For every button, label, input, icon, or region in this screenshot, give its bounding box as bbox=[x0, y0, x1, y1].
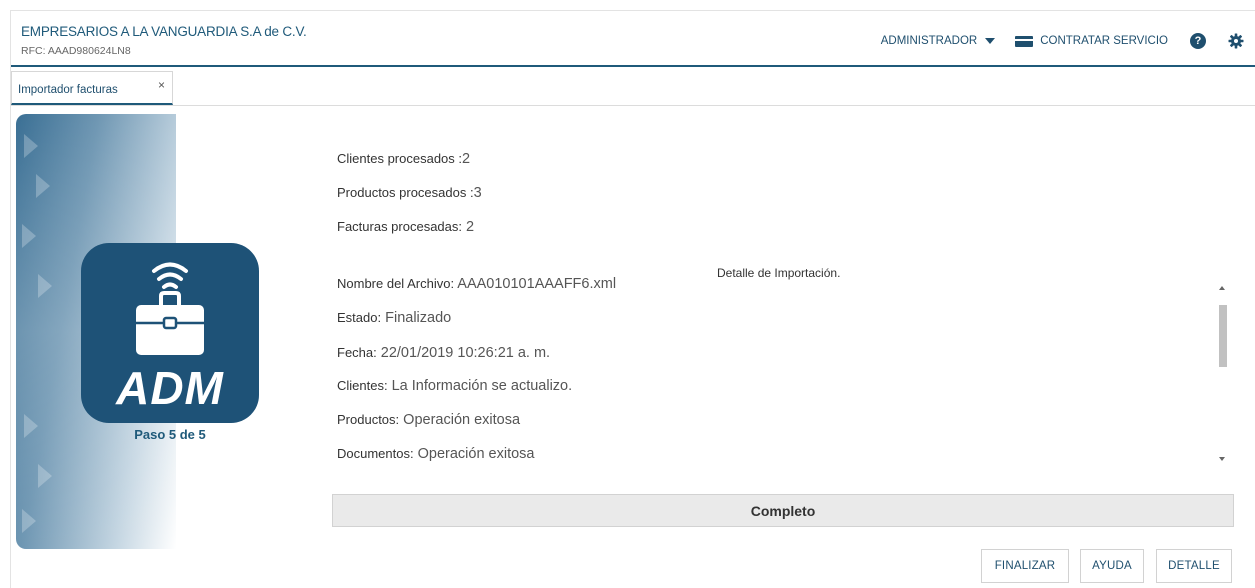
scroll-thumb[interactable] bbox=[1219, 305, 1227, 367]
caret-down-icon bbox=[985, 38, 996, 44]
credit-card-icon bbox=[1015, 35, 1034, 47]
adm-logo: ADM bbox=[81, 243, 259, 423]
summary-facturas: Facturas procesadas: 2 bbox=[337, 219, 475, 235]
help-button[interactable]: AYUDA bbox=[1080, 549, 1144, 583]
app-window: EMPRESARIOS A LA VANGUARDIA S.A de C.V. … bbox=[10, 10, 1255, 588]
detail-title: Detalle de Importación. bbox=[717, 266, 841, 280]
progress-label: Completo bbox=[750, 502, 816, 519]
contract-service-link[interactable]: CONTRATAR SERVICIO bbox=[1015, 35, 1168, 47]
detail-row-documents: Documentos: Operación exitosa bbox=[337, 446, 535, 462]
detail-row-date: Fecha: 22/01/2019 10:26:21 a. m. bbox=[337, 345, 551, 361]
header-actions: ADMINISTRADOR CONTRATAR SERVICIO ? bbox=[881, 33, 1244, 49]
scroll-up-icon[interactable] bbox=[1219, 286, 1225, 290]
app-header: EMPRESARIOS A LA VANGUARDIA S.A de C.V. … bbox=[11, 11, 1255, 67]
gear-icon[interactable] bbox=[1228, 33, 1244, 49]
tab-bar: Importador facturas × bbox=[11, 68, 1255, 106]
detail-row-file: Nombre del Archivo: AAA010101AAAFF6.xml bbox=[337, 276, 617, 292]
finish-button[interactable]: FINALIZAR bbox=[981, 549, 1069, 583]
detail-row-products: Productos: Operación exitosa bbox=[337, 412, 521, 428]
wizard-step-label: Paso 5 de 5 bbox=[134, 427, 206, 442]
summary-productos: Productos procesados :3 bbox=[337, 185, 482, 201]
logo-text: ADM bbox=[116, 362, 224, 414]
scroll-down-icon[interactable] bbox=[1219, 457, 1225, 461]
summary-clientes: Clientes procesados :2 bbox=[337, 151, 471, 167]
tab-label: Importador facturas bbox=[18, 84, 118, 96]
tab-importador-facturas[interactable]: Importador facturas × bbox=[11, 71, 173, 105]
user-name: ADMINISTRADOR bbox=[880, 35, 978, 47]
contract-service-label: CONTRATAR SERVICIO bbox=[1040, 35, 1168, 47]
close-icon[interactable]: × bbox=[158, 78, 165, 92]
detail-scrollbar[interactable] bbox=[1216, 280, 1230, 465]
progress-bar: Completo bbox=[332, 494, 1234, 527]
company-rfc: RFC: AAAD980624LN8 bbox=[21, 45, 131, 57]
detail-button[interactable]: DETALLE bbox=[1156, 549, 1232, 583]
company-name: EMPRESARIOS A LA VANGUARDIA S.A de C.V. bbox=[21, 24, 307, 39]
help-icon[interactable]: ? bbox=[1190, 33, 1206, 49]
user-menu[interactable]: ADMINISTRADOR bbox=[880, 35, 996, 47]
briefcase-wifi-icon bbox=[136, 262, 204, 355]
detail-row-clients: Clientes: La Información se actualizo. bbox=[337, 378, 573, 394]
detail-row-status: Estado: Finalizado bbox=[337, 310, 452, 326]
